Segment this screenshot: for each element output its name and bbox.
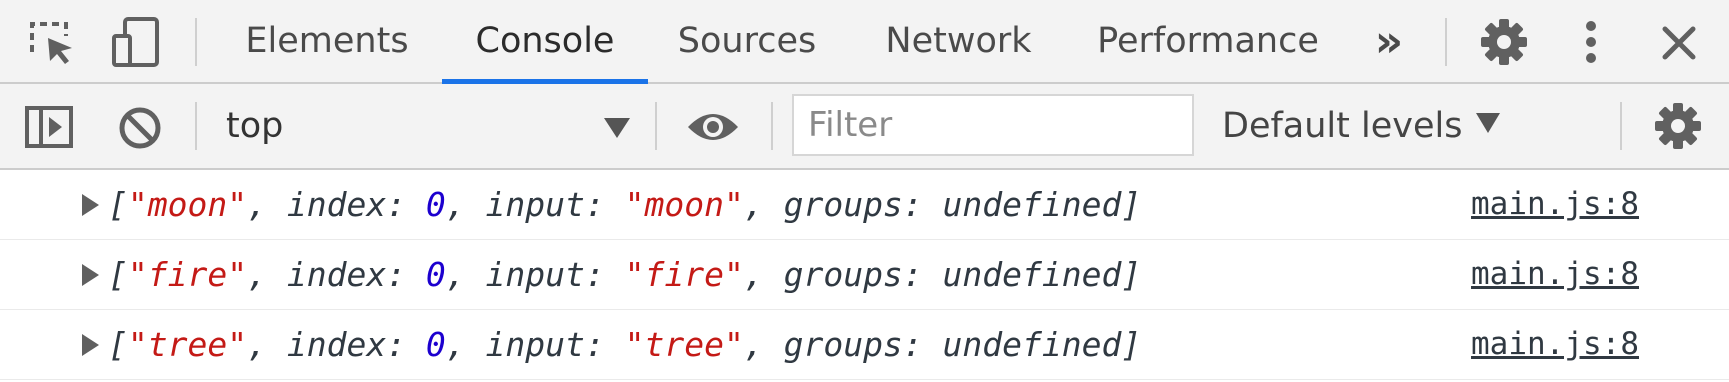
groups-key: groups: bbox=[783, 325, 943, 364]
devtools-tab-bar: Elements Console Sources Network Perform… bbox=[0, 0, 1729, 84]
tab-console[interactable]: Console bbox=[442, 0, 648, 84]
expand-triangle-icon[interactable] bbox=[82, 334, 99, 356]
chevron-double-right-icon: » bbox=[1374, 15, 1404, 67]
bracket: ] bbox=[1121, 255, 1142, 294]
input-value: "fire" bbox=[624, 255, 744, 294]
index-value: 0 bbox=[425, 255, 446, 294]
expand-triangle-icon[interactable] bbox=[82, 194, 99, 216]
bracket: [ bbox=[108, 185, 128, 224]
more-tabs-button[interactable]: » bbox=[1366, 15, 1412, 67]
match-value: "moon" bbox=[127, 185, 248, 224]
tab-elements[interactable]: Elements bbox=[237, 0, 417, 82]
index-value: 0 bbox=[425, 325, 446, 364]
tab-label: Performance bbox=[1097, 21, 1319, 61]
input-key: input: bbox=[485, 325, 625, 364]
groups-key: groups: bbox=[783, 185, 943, 224]
separator: , bbox=[445, 185, 486, 224]
context-value: top bbox=[226, 106, 284, 146]
groups-key: groups: bbox=[783, 255, 943, 294]
bracket: [ bbox=[108, 325, 128, 364]
groups-value: undefined bbox=[942, 325, 1122, 364]
source-link[interactable]: main.js:8 bbox=[1471, 310, 1639, 380]
console-message: ["fire", index: 0, input: "fire", groups… bbox=[0, 240, 1729, 310]
bracket: [ bbox=[108, 255, 128, 294]
console-message: ["tree", index: 0, input: "tree", groups… bbox=[0, 310, 1729, 380]
toolbar-divider bbox=[1445, 18, 1447, 66]
index-key: index: bbox=[286, 325, 426, 364]
tab-label: Sources bbox=[677, 21, 817, 61]
index-key: index: bbox=[286, 255, 426, 294]
index-value: 0 bbox=[425, 185, 446, 224]
close-icon[interactable] bbox=[1654, 18, 1704, 68]
log-levels-label: Default levels bbox=[1222, 106, 1463, 146]
toolbar-divider bbox=[655, 102, 657, 150]
separator: , bbox=[247, 185, 287, 224]
console-message: ["moon", index: 0, input: "moon", groups… bbox=[0, 170, 1729, 240]
inspect-element-icon[interactable] bbox=[24, 14, 80, 70]
tab-label: Console bbox=[475, 21, 615, 61]
dropdown-arrow-icon bbox=[604, 118, 630, 138]
clear-console-icon[interactable] bbox=[114, 102, 166, 154]
input-value: "moon" bbox=[624, 185, 744, 224]
groups-value: undefined bbox=[942, 255, 1122, 294]
source-link[interactable]: main.js:8 bbox=[1471, 170, 1639, 240]
match-value: "fire" bbox=[127, 255, 248, 294]
separator: , bbox=[743, 255, 784, 294]
gear-icon[interactable] bbox=[1478, 16, 1530, 68]
message-body[interactable]: ["fire", index: 0, input: "fire", groups… bbox=[108, 240, 1141, 310]
separator: , bbox=[743, 185, 784, 224]
input-value: "tree" bbox=[624, 325, 744, 364]
expand-triangle-icon[interactable] bbox=[82, 264, 99, 286]
input-key: input: bbox=[485, 255, 625, 294]
index-key: index: bbox=[286, 185, 426, 224]
source-link[interactable]: main.js:8 bbox=[1471, 240, 1639, 310]
message-body[interactable]: ["tree", index: 0, input: "tree", groups… bbox=[108, 310, 1141, 380]
toolbar-divider bbox=[771, 102, 773, 150]
context-selector[interactable]: top bbox=[196, 84, 636, 168]
tab-performance[interactable]: Performance bbox=[1097, 0, 1319, 82]
eye-icon[interactable] bbox=[684, 102, 742, 152]
separator: , bbox=[247, 255, 287, 294]
toolbar-divider bbox=[195, 18, 197, 66]
console-settings-gear-icon[interactable] bbox=[1652, 100, 1704, 152]
separator: , bbox=[445, 325, 486, 364]
show-sidebar-icon[interactable] bbox=[22, 102, 76, 152]
input-key: input: bbox=[485, 185, 625, 224]
dropdown-arrow-icon bbox=[1476, 113, 1501, 133]
groups-value: undefined bbox=[942, 185, 1122, 224]
tab-sources[interactable]: Sources bbox=[672, 0, 822, 82]
message-body[interactable]: ["moon", index: 0, input: "moon", groups… bbox=[108, 170, 1141, 240]
bracket: ] bbox=[1121, 325, 1142, 364]
filter-input[interactable] bbox=[792, 94, 1194, 156]
toolbar-divider bbox=[1620, 102, 1622, 150]
console-messages: ["moon", index: 0, input: "moon", groups… bbox=[0, 170, 1729, 380]
device-toolbar-icon[interactable] bbox=[108, 14, 164, 70]
separator: , bbox=[445, 255, 486, 294]
tab-network[interactable]: Network bbox=[877, 0, 1040, 82]
bracket: ] bbox=[1121, 185, 1142, 224]
tab-label: Elements bbox=[245, 21, 409, 61]
tab-label: Network bbox=[885, 21, 1032, 61]
log-levels-dropdown[interactable]: Default levels bbox=[1222, 84, 1501, 168]
match-value: "tree" bbox=[127, 325, 248, 364]
kebab-menu-icon[interactable] bbox=[1568, 16, 1614, 68]
separator: , bbox=[743, 325, 784, 364]
console-toolbar: top Default levels bbox=[0, 84, 1729, 170]
separator: , bbox=[247, 325, 287, 364]
devtools-panel: Elements Console Sources Network Perform… bbox=[0, 0, 1729, 382]
